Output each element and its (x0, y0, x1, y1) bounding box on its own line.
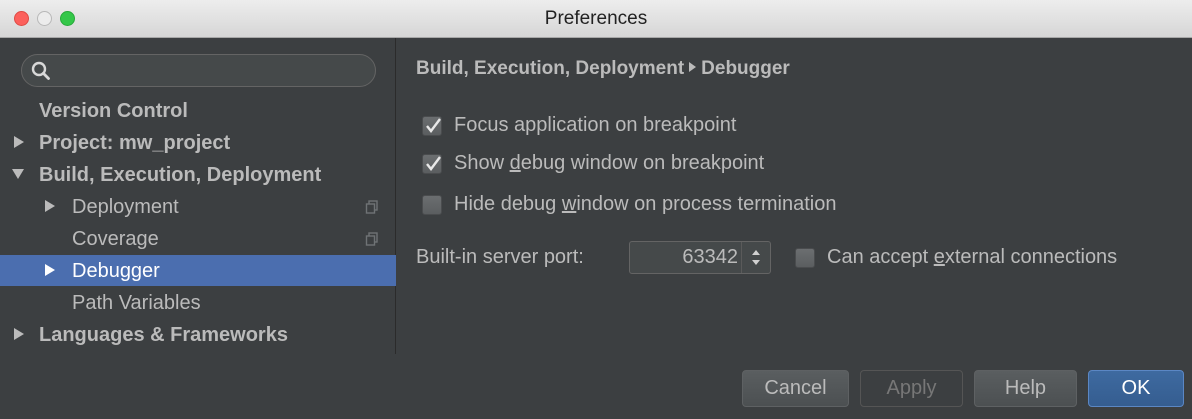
breadcrumb-separator-icon (689, 62, 697, 73)
server-port-label: Built-in server port: (416, 246, 584, 268)
server-port-input[interactable] (638, 246, 738, 269)
tree-item-version-control[interactable]: Version Control (0, 95, 396, 126)
checkbox-label: Focus application on breakpoint (454, 114, 737, 136)
server-port-spinner[interactable] (629, 241, 771, 274)
settings-content: Build, Execution, Deployment Debugger Foc… (397, 38, 1192, 354)
tree-item-deployment[interactable]: Deployment (0, 191, 396, 222)
chevron-down-icon[interactable] (11, 167, 25, 181)
checkbox-label: Hide debug window on process termination (454, 193, 837, 215)
breadcrumb: Build, Execution, Deployment Debugger (416, 58, 790, 80)
tree-item-project[interactable]: Project: mw_project (0, 127, 396, 158)
copy-icon (365, 200, 378, 214)
external-connections-checkbox[interactable] (795, 248, 815, 268)
copy-icon (365, 232, 378, 246)
title-bar[interactable]: Preferences (0, 0, 1192, 38)
checkbox-label: Can accept external connections (827, 246, 1118, 268)
dialog-footer: Cancel Apply Help OK (0, 354, 1192, 419)
checkmark-icon (426, 156, 441, 171)
tree-item-debugger[interactable]: Debugger (0, 255, 396, 286)
spinner-arrows[interactable] (741, 242, 770, 273)
tree-item-label: Project: mw_project (39, 132, 231, 154)
tree-item-coverage[interactable]: Coverage (0, 223, 396, 254)
chevron-right-icon[interactable] (43, 263, 57, 277)
tree-item-label: Coverage (72, 228, 159, 250)
ok-button[interactable]: OK (1088, 370, 1184, 407)
checkbox-label: Show debug window on breakpoint (454, 152, 765, 174)
chevron-right-icon[interactable] (43, 199, 57, 213)
up-down-arrows-icon[interactable] (742, 242, 770, 273)
settings-sidebar: Version Control Project: mw_project Buil… (0, 38, 396, 354)
settings-search-field[interactable] (21, 54, 376, 87)
focus-on-breakpoint-checkbox[interactable] (422, 116, 442, 136)
chevron-right-icon[interactable] (12, 327, 26, 341)
tree-item-build-execution-deployment[interactable]: Build, Execution, Deployment (0, 159, 396, 190)
tree-item-label: Deployment (72, 196, 179, 218)
tree-item-label: Debugger (72, 260, 160, 282)
search-icon (31, 61, 50, 80)
cancel-button[interactable]: Cancel (742, 370, 849, 407)
tree-item-label: Languages & Frameworks (39, 324, 288, 346)
tree-item-label: Build, Execution, Deployment (39, 164, 322, 186)
tree-item-languages-frameworks[interactable]: Languages & Frameworks (0, 319, 396, 350)
breadcrumb-parent: Build, Execution, Deployment (416, 58, 685, 79)
help-button[interactable]: Help (974, 370, 1077, 407)
breadcrumb-current: Debugger (701, 58, 790, 79)
window-title: Preferences (544, 8, 648, 29)
tree-item-path-variables[interactable]: Path Variables (0, 287, 396, 318)
checkmark-icon (426, 118, 441, 133)
preferences-window: Preferences Version Control Project: mw_… (0, 0, 1192, 419)
tree-item-label: Path Variables (72, 292, 201, 314)
tree-item-label: Version Control (39, 100, 188, 122)
hide-debug-window-checkbox[interactable] (422, 195, 442, 215)
show-debug-window-checkbox[interactable] (422, 154, 442, 174)
chevron-right-icon[interactable] (12, 135, 26, 149)
apply-button[interactable]: Apply (860, 370, 963, 407)
